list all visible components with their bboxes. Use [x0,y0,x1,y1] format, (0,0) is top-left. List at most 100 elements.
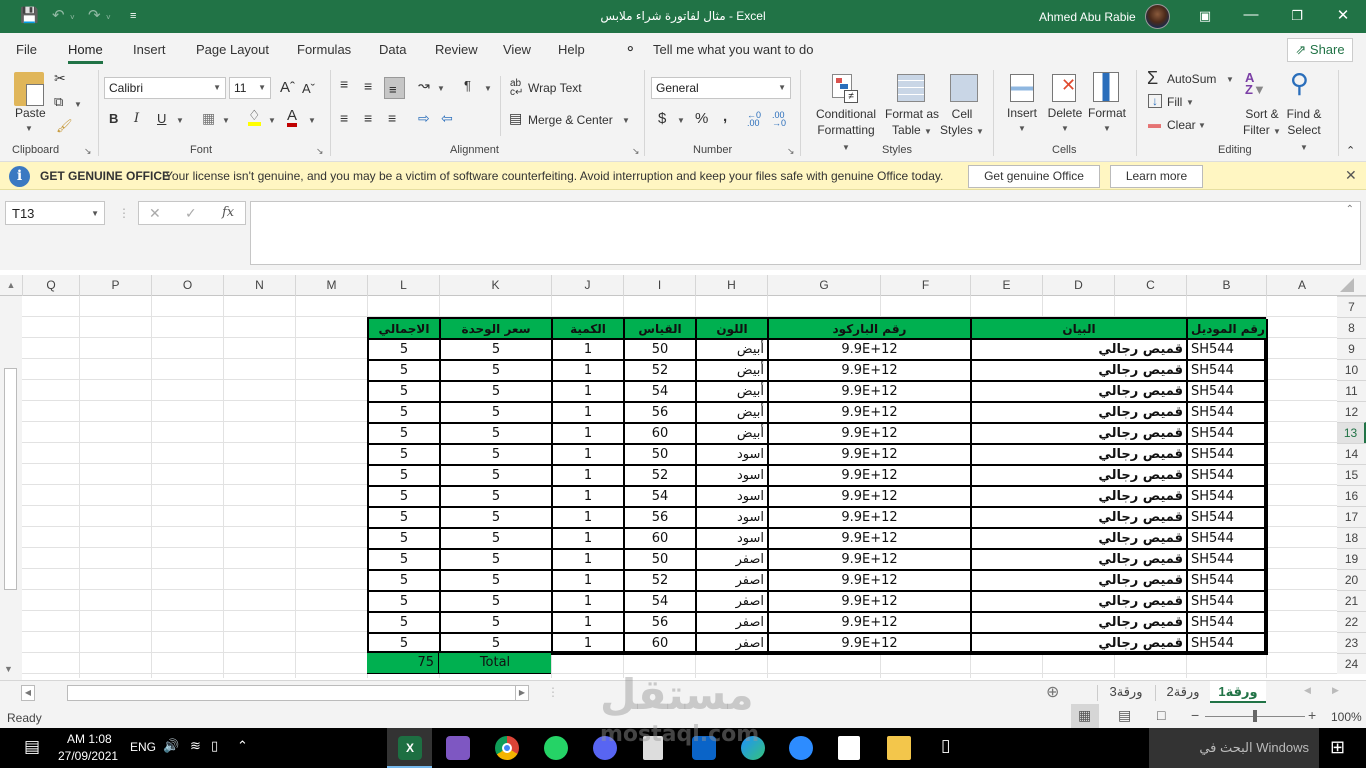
table-cell-qty[interactable]: 1 [553,403,625,424]
tab-file[interactable]: File [16,42,37,57]
table-cell-size[interactable]: 50 [625,445,697,466]
table-cell-qty[interactable]: 1 [553,529,625,550]
table-cell-barcode[interactable]: 9.9E+12 [769,634,972,655]
table-cell-description[interactable]: قميص رجالي [972,613,1188,634]
column-header-l[interactable]: L [367,275,439,296]
windows-start-icon[interactable]: ⊞ [1330,737,1345,758]
table-cell-barcode[interactable]: 9.9E+12 [769,508,972,529]
column-header-o[interactable]: O [151,275,223,296]
scroll-down-icon[interactable]: ▼ [4,664,13,674]
column-header-q[interactable]: Q [22,275,79,296]
next-sheet-icon[interactable]: ▶ [1332,685,1339,696]
bottom-align-button[interactable]: ≡ [384,77,405,99]
sheet-tab-1[interactable]: ورقة1 [1210,681,1266,703]
table-cell-qty[interactable]: 1 [553,613,625,634]
text-direction-icon[interactable]: ¶ [464,78,471,93]
row-header-7[interactable]: 7 [1337,296,1366,317]
table-cell-unit-price[interactable]: 5 [441,550,553,571]
clipboard-launcher-icon[interactable]: ↘ [84,146,92,157]
table-cell-color[interactable]: اصفر [697,550,769,571]
table-cell-model[interactable]: SH544 [1188,424,1268,445]
align-left-icon[interactable]: ≡ [340,110,348,126]
table-cell-color[interactable]: اصفر [697,634,769,655]
table-cell-barcode[interactable]: 9.9E+12 [769,529,972,550]
row-header-23[interactable]: 23 [1337,632,1366,653]
table-cell-model[interactable]: SH544 [1188,361,1268,382]
table-cell-size[interactable]: 52 [625,466,697,487]
page-break-preview-icon[interactable]: □ [1157,707,1165,723]
table-cell-barcode[interactable]: 9.9E+12 [769,592,972,613]
italic-button[interactable]: I [134,111,139,126]
table-cell-barcode[interactable]: 9.9E+12 [769,571,972,592]
find-select-button[interactable]: Find & Select ▼ [1282,106,1326,156]
column-header-h[interactable]: H [695,275,767,296]
conditional-formatting-button[interactable]: Conditional Formatting ▼ [814,106,878,156]
table-cell-qty[interactable]: 1 [553,508,625,529]
table-cell-barcode[interactable]: 9.9E+12 [769,487,972,508]
table-cell-model[interactable]: SH544 [1188,445,1268,466]
get-genuine-office-button[interactable]: Get genuine Office [968,165,1100,188]
autosum-dropdown-icon[interactable]: ▼ [1226,75,1234,84]
table-cell-total[interactable]: 5 [369,445,441,466]
bold-button[interactable]: B [109,111,118,126]
table-cell-unit-price[interactable]: 5 [441,508,553,529]
table-cell-barcode[interactable]: 9.9E+12 [769,361,972,382]
zoom-in-button[interactable]: + [1308,707,1316,723]
column-header-f[interactable]: F [880,275,970,296]
row-header-13[interactable]: 13 [1337,422,1366,443]
table-cell-color[interactable]: اسود [697,466,769,487]
scroll-up-icon[interactable]: ▲ [0,275,22,296]
orientation-dropdown-icon[interactable]: ▼ [437,84,445,93]
insert-function-button[interactable]: fx [222,205,234,220]
borders-icon[interactable]: ▦ [202,110,215,127]
avatar[interactable] [1145,4,1170,29]
network-icon[interactable]: ≋ [190,738,201,754]
borders-dropdown-icon[interactable]: ▼ [222,116,230,125]
scroll-left-icon[interactable]: ◀ [21,685,35,701]
name-box[interactable]: T13 ▼ [5,201,105,225]
table-cell-unit-price[interactable]: 5 [441,529,553,550]
table-cell-color[interactable]: اسود [697,508,769,529]
table-cell-unit-price[interactable]: 5 [441,382,553,403]
clear-button[interactable]: Clear [1167,118,1196,132]
table-cell-qty[interactable]: 1 [553,361,625,382]
row-header-14[interactable]: 14 [1337,443,1366,464]
input-language[interactable]: ENG [130,740,156,754]
close-icon[interactable]: ✕ [1328,6,1358,24]
row-header-16[interactable]: 16 [1337,485,1366,506]
chrome-icon[interactable] [495,736,519,760]
increase-indent-icon[interactable]: ⇦ [441,110,453,127]
row-header-15[interactable]: 15 [1337,464,1366,485]
table-cell-total[interactable]: 5 [369,403,441,424]
table-cell-description[interactable]: قميص رجالي [972,529,1188,550]
table-cell-unit-price[interactable]: 5 [441,571,553,592]
expand-formula-bar-icon[interactable]: ⌃ [1346,204,1354,215]
table-cell-model[interactable]: SH544 [1188,340,1268,361]
horizontal-scroll-thumb[interactable] [67,685,516,701]
table-header-color[interactable]: اللون [697,319,769,340]
clock-date[interactable]: 27/09/2021 [58,749,118,763]
column-header-k[interactable]: K [439,275,551,296]
table-cell-total[interactable]: 5 [369,340,441,361]
row-header-11[interactable]: 11 [1337,380,1366,401]
previous-sheet-icon[interactable]: ◀ [1304,685,1311,696]
visual-studio-icon[interactable] [446,736,470,760]
table-cell-color[interactable]: اسود [697,445,769,466]
table-cell-total[interactable]: 5 [369,592,441,613]
table-cell-qty[interactable]: 1 [553,571,625,592]
vertical-scrollbar[interactable]: ▼ [0,296,22,680]
table-cell-description[interactable]: قميص رجالي [972,403,1188,424]
font-color-dropdown-icon[interactable]: ▼ [308,116,316,125]
font-size-select[interactable]: 11 ▼ [229,77,271,99]
table-cell-total[interactable]: 5 [369,487,441,508]
user-name[interactable]: Ahmed Abu Rabie [1039,10,1136,24]
table-cell-color[interactable]: أبيض [697,361,769,382]
table-cell-qty[interactable]: 1 [553,466,625,487]
table-header-total[interactable]: الاجمالي [369,319,441,340]
row-header-20[interactable]: 20 [1337,569,1366,590]
column-header-b[interactable]: B [1186,275,1266,296]
column-header-a[interactable]: A [1266,275,1337,296]
table-cell-unit-price[interactable]: 5 [441,466,553,487]
underline-dropdown-icon[interactable]: ▼ [176,116,184,125]
table-cell-qty[interactable]: 1 [553,445,625,466]
